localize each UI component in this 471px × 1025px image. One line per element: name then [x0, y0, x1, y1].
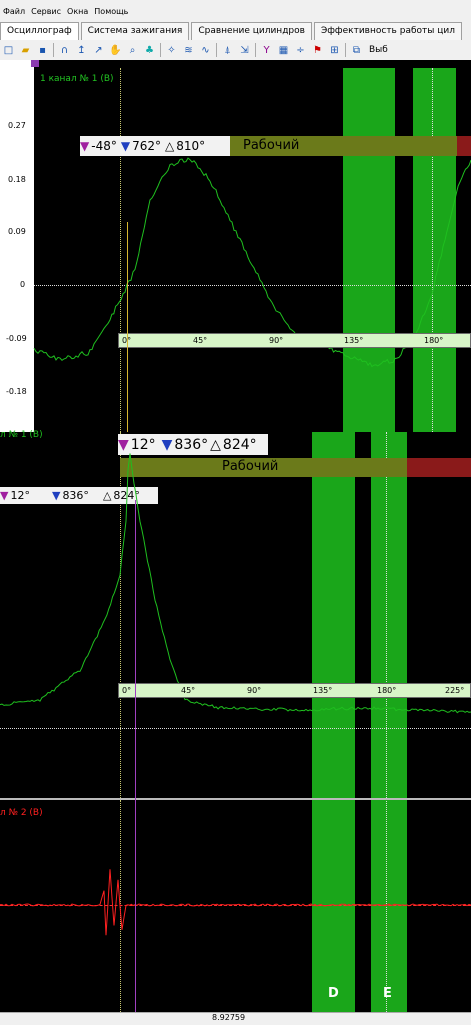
- marker-e: E: [383, 986, 392, 1001]
- waveform-3: [0, 0, 471, 1024]
- status-bar: 8.92759: [0, 1012, 471, 1025]
- marker-d: D: [328, 986, 339, 1001]
- status-value: 8.92759: [212, 1013, 245, 1022]
- cursor-line-purple[interactable]: [135, 500, 136, 1012]
